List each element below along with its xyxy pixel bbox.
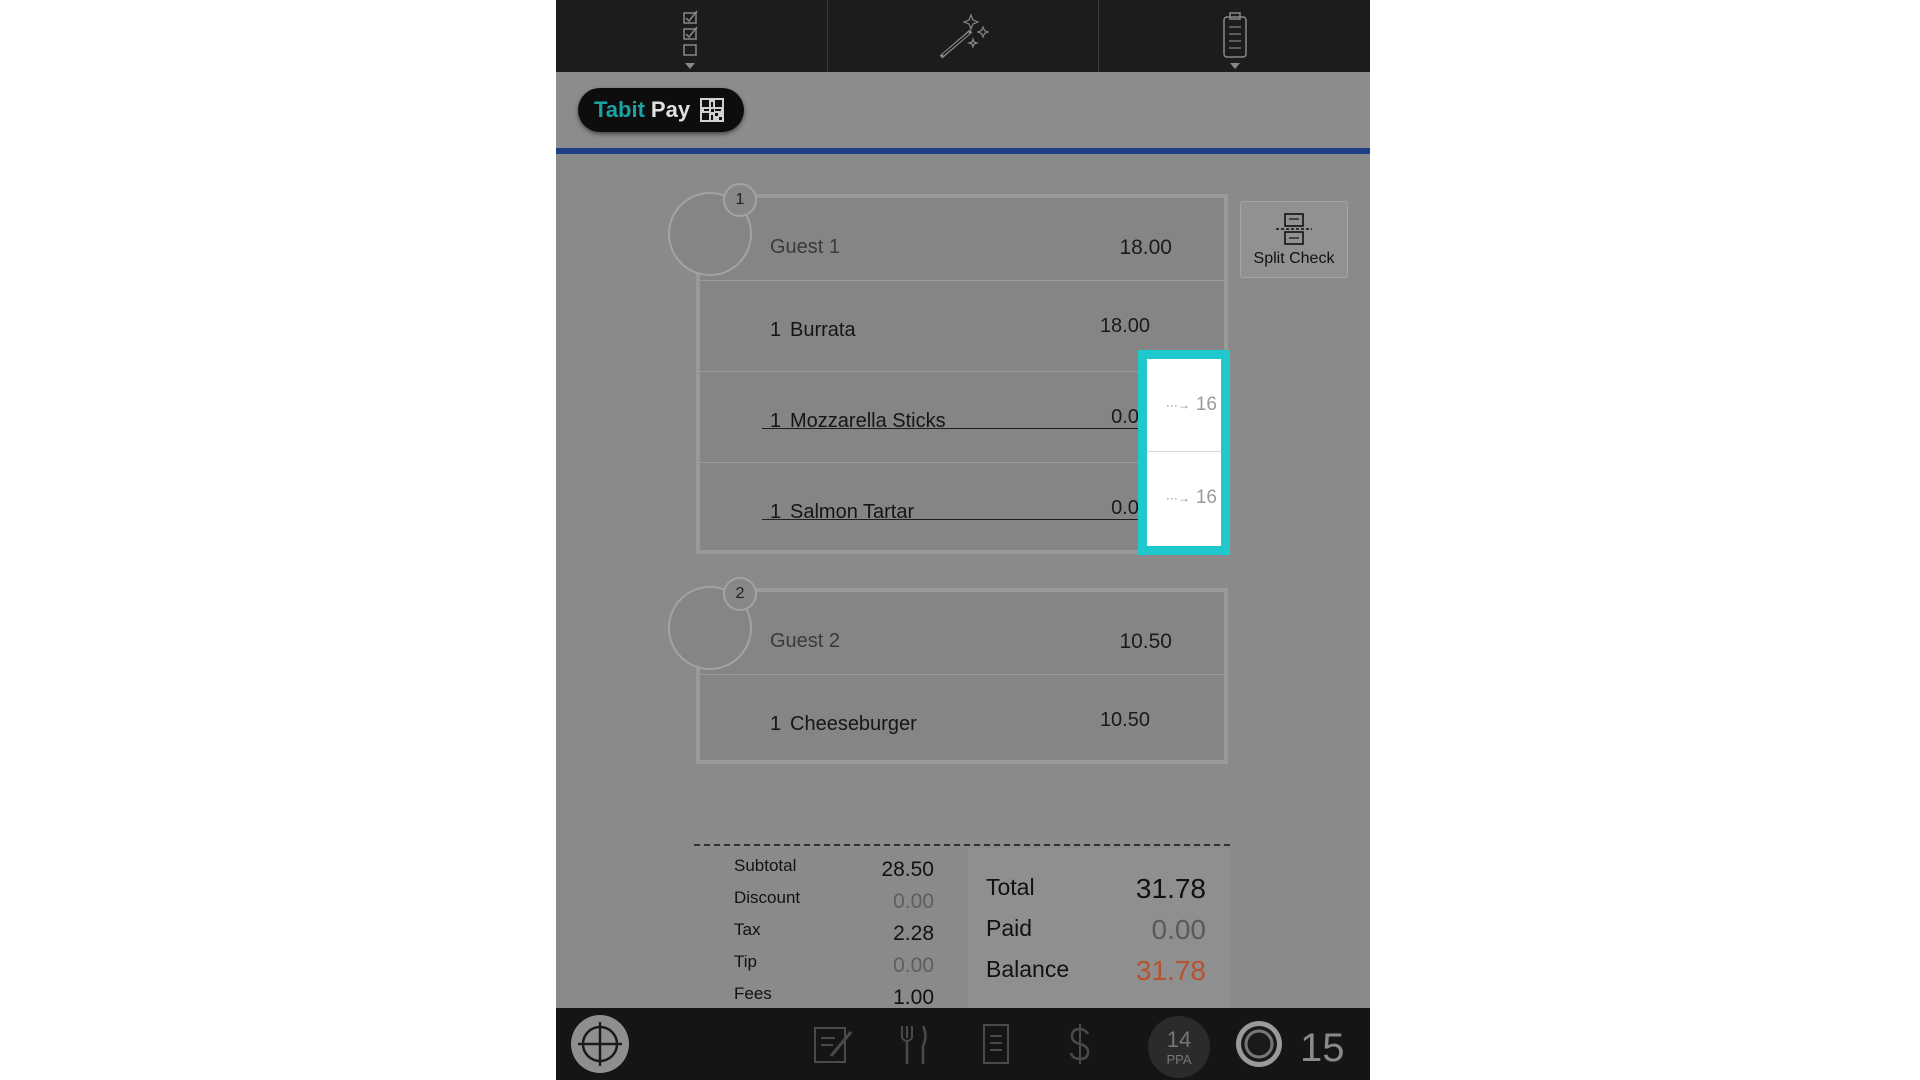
menu-button[interactable] xyxy=(894,1008,934,1080)
clipboard-icon xyxy=(1222,12,1247,69)
arrow-icon: ···→ xyxy=(1165,491,1190,505)
magic-wand-button[interactable] xyxy=(828,0,1100,72)
tip-label: Tip xyxy=(734,952,757,971)
arrow-icon: ···→ xyxy=(1165,398,1190,412)
item-qty: 1 xyxy=(770,410,782,432)
bottom-navbar: 14 PPA 15 xyxy=(556,1008,1370,1080)
balance-label: Balance xyxy=(986,956,1070,982)
moved-to-table-indicator[interactable]: ···→ 16 xyxy=(1147,359,1221,452)
split-check-label: Split Check xyxy=(1253,249,1335,267)
order-item-cheeseburger[interactable]: 1 Cheeseburger 10.50 xyxy=(700,675,1224,765)
fees-label: Fees xyxy=(734,984,772,1003)
guest-header-2[interactable]: Guest 2 10.50 xyxy=(700,592,1224,675)
tax-row: Tax 2.28 xyxy=(734,920,934,945)
ppa-label: PPA xyxy=(1166,1051,1192,1067)
tip-value: 0.00 xyxy=(893,954,934,977)
discount-label: Discount xyxy=(734,888,801,907)
ppa-indicator[interactable]: 14 PPA xyxy=(1148,1016,1210,1078)
totals-breakdown: Subtotal 28.50 Discount 0.00 Tax 2.28 Ti… xyxy=(694,848,964,1009)
qr-code-icon xyxy=(700,98,725,122)
ring-icon xyxy=(1236,1021,1282,1067)
ppa-number: 14 xyxy=(1166,1026,1192,1052)
discount-row: Discount 0.00 xyxy=(734,888,934,913)
tip-row: Tip 0.00 xyxy=(734,952,934,977)
subtotal-value: 28.50 xyxy=(881,858,934,881)
total-label: Total xyxy=(986,874,1035,900)
guest-name: Guest 2 xyxy=(770,630,841,652)
guest-total: 10.50 xyxy=(1119,630,1172,653)
target-button[interactable] xyxy=(570,1008,630,1080)
table-number: 15 xyxy=(1300,1026,1345,1070)
total-row: Total 31.78 xyxy=(986,873,1206,904)
edit-order-button[interactable] xyxy=(810,1008,856,1080)
item-name: Burrata xyxy=(790,319,856,341)
discount-value: 0.00 xyxy=(893,890,934,913)
guest-name: Guest 1 xyxy=(770,236,841,258)
edit-note-icon xyxy=(814,1027,853,1063)
item-name: Cheeseburger xyxy=(790,713,917,735)
tabit-pay-button[interactable]: Tabit Pay xyxy=(578,88,744,132)
paid-row: Paid 0.00 xyxy=(986,914,1206,945)
item-price: 18.00 xyxy=(1099,315,1150,337)
fees-value: 1.00 xyxy=(893,986,934,1009)
paid-value: 0.00 xyxy=(1151,914,1207,945)
item-qty: 1 xyxy=(770,501,782,523)
guest-header-1[interactable]: Guest 1 18.00 xyxy=(700,198,1224,281)
guest-seat-badge-2: 2 xyxy=(723,577,757,611)
item-price: 10.50 xyxy=(1099,709,1150,731)
tax-value: 2.28 xyxy=(893,922,934,945)
balance-value: 31.78 xyxy=(1135,955,1206,986)
void-strikethrough xyxy=(762,519,1150,520)
checklist-icon xyxy=(683,10,698,69)
moved-to-table-highlight: ···→ 16 ···→ 16 xyxy=(1138,350,1230,555)
split-check-icon xyxy=(1276,212,1312,245)
moved-to-table-indicator[interactable]: ···→ 16 xyxy=(1147,452,1221,544)
payment-button[interactable] xyxy=(1062,1008,1098,1080)
tabit-pay-logo-part2: Pay xyxy=(650,97,691,122)
totals-summary: Total 31.78 Paid 0.00 Balance 31.78 xyxy=(968,848,1230,1008)
split-check-button[interactable]: Split Check xyxy=(1240,201,1348,278)
total-value: 31.78 xyxy=(1135,873,1206,904)
totals-divider xyxy=(694,844,1230,846)
subtotal-row: Subtotal 28.50 xyxy=(734,856,934,881)
item-name: Mozzarella Sticks xyxy=(790,410,946,432)
top-toolbar xyxy=(556,0,1370,72)
tabit-pay-logo-part1: Tabit xyxy=(594,97,645,122)
dollar-icon xyxy=(1069,1024,1090,1064)
check-button[interactable] xyxy=(978,1008,1014,1080)
moved-to-table-number: 16 xyxy=(1195,487,1217,508)
subtotal-label: Subtotal xyxy=(734,856,797,875)
guest-card-2[interactable]: Guest 2 10.50 1 Cheeseburger 10.50 xyxy=(696,588,1228,764)
checklist-button[interactable] xyxy=(556,0,828,72)
void-strikethrough xyxy=(762,428,1150,429)
status-button[interactable] xyxy=(1234,1008,1284,1080)
item-qty: 1 xyxy=(770,319,782,341)
fees-row: Fees 1.00 xyxy=(734,984,934,1009)
pos-screen: Tabit Pay Guest 1 18.00 1 Burrata 18.00 … xyxy=(556,0,1370,1080)
balance-row: Balance 31.78 xyxy=(986,955,1206,986)
item-name: Salmon Tartar xyxy=(790,501,915,523)
receipt-icon xyxy=(983,1024,1009,1064)
header-divider xyxy=(556,148,1370,154)
fork-knife-icon xyxy=(901,1025,927,1064)
clipboard-button[interactable] xyxy=(1099,0,1370,72)
guest-seat-badge-1: 1 xyxy=(723,183,757,217)
guest-total: 18.00 xyxy=(1119,236,1172,259)
tax-label: Tax xyxy=(734,920,761,939)
magic-wand-icon xyxy=(939,13,990,59)
header-bar: Tabit Pay xyxy=(556,72,1370,148)
moved-to-table-number: 16 xyxy=(1195,394,1217,415)
paid-label: Paid xyxy=(986,915,1033,941)
item-qty: 1 xyxy=(770,713,782,735)
crosshair-icon xyxy=(571,1015,629,1073)
